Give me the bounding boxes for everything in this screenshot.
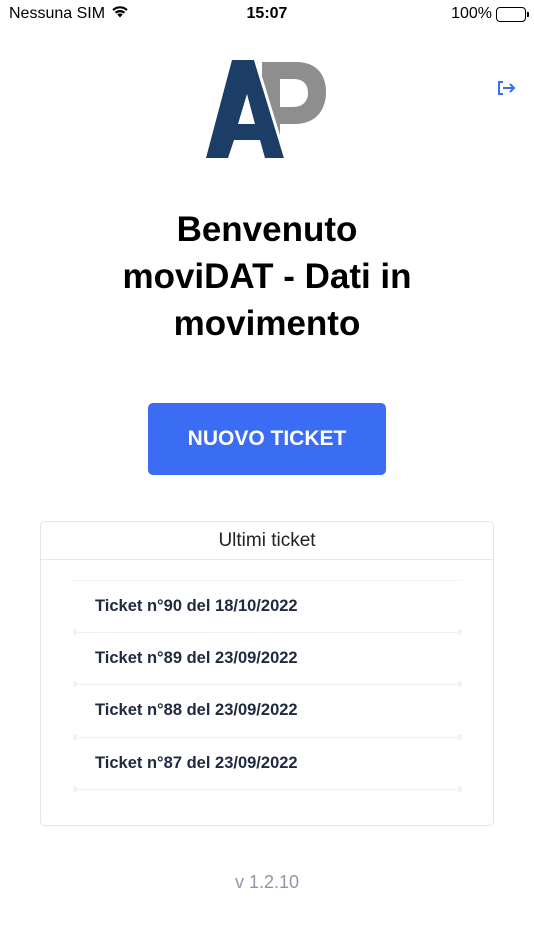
ticket-item[interactable]: Ticket n°88 del 23/09/2022 [73,685,462,739]
ticket-item[interactable]: Ticket n°87 del 23/09/2022 [73,738,462,792]
battery-percentage: 100% [451,5,492,22]
logout-icon [498,81,516,95]
ticket-item[interactable]: Ticket n°89 del 23/09/2022 [73,633,462,687]
ticket-item[interactable]: Ticket n°90 del 18/10/2022 [73,580,462,634]
app-version: v 1.2.10 [234,872,300,892]
welcome-title: Benvenuto moviDAT - Dati in movimento [50,206,484,347]
welcome-line-3: movimento [173,304,361,343]
recent-tickets-title: Ultimi ticket [41,522,493,560]
status-right: 100% [451,5,529,23]
battery-icon [496,6,529,22]
welcome-line-1: Benvenuto [176,210,358,249]
recent-tickets-card: Ultimi ticket Ticket n°90 del 18/10/2022… [40,521,494,826]
logout-button[interactable] [494,78,520,98]
new-ticket-button[interactable]: NUOVO TICKET [148,403,386,475]
welcome-line-2: moviDAT - Dati in [122,257,412,296]
status-bar: Nessuna SIM 15:07 100% [0,0,534,30]
ticket-list: Ticket n°90 del 18/10/2022 Ticket n°89 d… [73,580,462,792]
app-logo [204,58,328,160]
app-screen: Nessuna SIM 15:07 100% Benvenuto moviDAT… [0,0,534,950]
